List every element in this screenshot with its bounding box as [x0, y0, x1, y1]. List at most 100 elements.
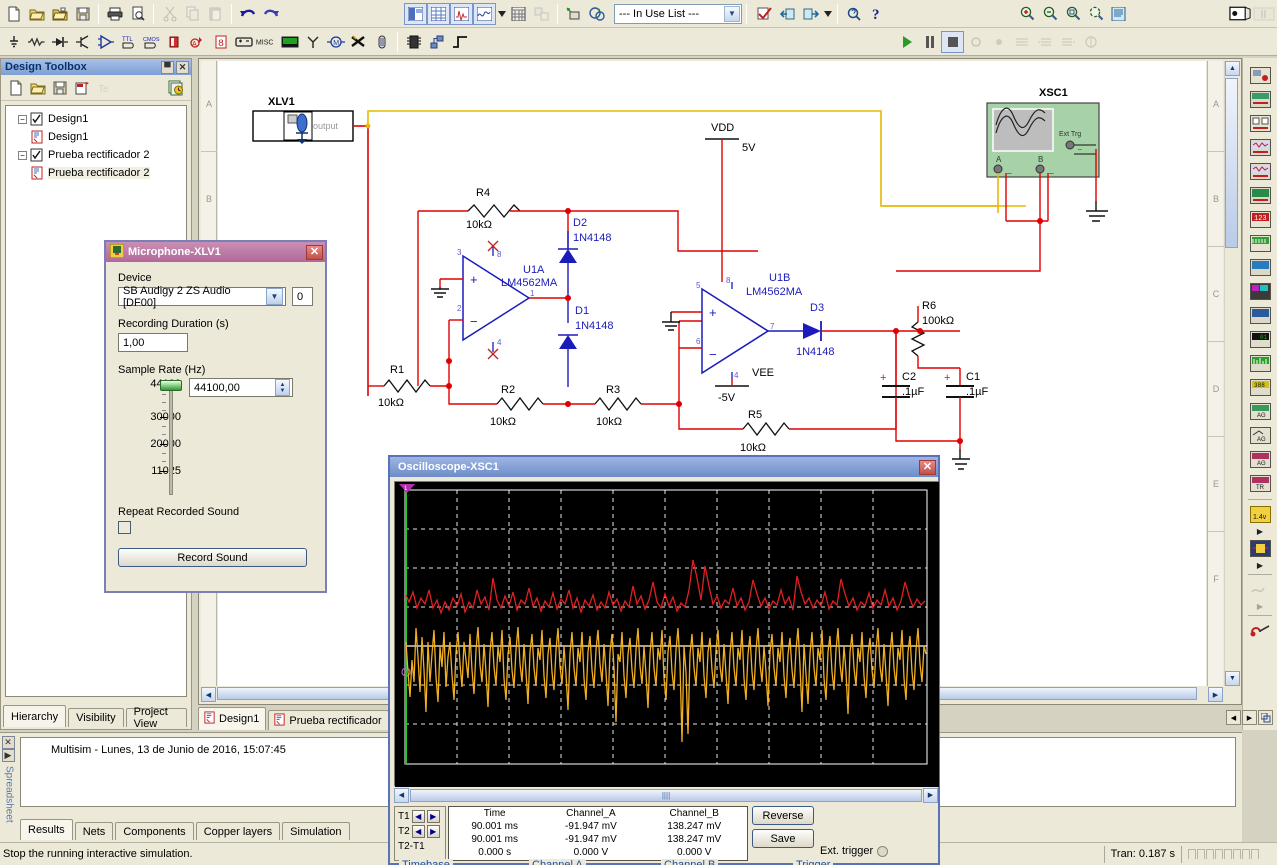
logic-analyzer-icon[interactable] — [1248, 280, 1272, 302]
scroll-left-button[interactable]: ◀ — [201, 687, 216, 702]
chevron-down-icon[interactable] — [822, 3, 833, 25]
redo-icon[interactable] — [259, 3, 282, 25]
oscilloscope-scroll-thumb[interactable]: |||| — [410, 788, 922, 802]
chevron-down-icon[interactable]: ▶ — [1257, 602, 1263, 612]
zoom-in-icon[interactable] — [1015, 3, 1038, 25]
close-spreadsheet-button[interactable]: ✕ — [1, 736, 15, 749]
toggle-instrument-2-icon[interactable] — [987, 31, 1010, 53]
tab-hierarchy[interactable]: Hierarchy — [3, 705, 67, 727]
chevron-down-icon[interactable]: ▼ — [724, 5, 740, 22]
place-connectors-icon[interactable] — [370, 31, 393, 53]
iv-analyzer-icon[interactable] — [1248, 304, 1272, 326]
place-misc-icon[interactable]: MISC — [255, 31, 278, 53]
place-mcu-icon[interactable] — [402, 31, 425, 53]
device-select[interactable]: SB Audigy 2 ZS Audio [DF00] ▼ — [118, 285, 286, 309]
place-power-icon[interactable] — [232, 31, 255, 53]
cursor-t1-right-button[interactable]: ▶ — [426, 810, 440, 823]
place-indicator-icon[interactable]: 8 — [209, 31, 232, 53]
open-design-icon[interactable] — [48, 3, 71, 25]
spreadsheet-tab-components[interactable]: Components — [115, 822, 194, 840]
chevron-down-icon[interactable]: ▶ — [1257, 561, 1263, 571]
place-diode-icon[interactable] — [48, 31, 71, 53]
zoom-out-icon[interactable] — [1038, 3, 1061, 25]
postprocessor-icon[interactable] — [507, 3, 530, 25]
place-ttl-icon[interactable]: TTL — [117, 31, 140, 53]
place-source-icon[interactable] — [2, 31, 25, 53]
cut-icon[interactable] — [158, 3, 181, 25]
toggle-instrument-5-icon[interactable] — [1056, 31, 1079, 53]
slideshow-icon[interactable] — [1229, 3, 1252, 25]
copy-icon[interactable] — [181, 3, 204, 25]
paste-icon[interactable] — [204, 3, 227, 25]
place-analog-icon[interactable] — [94, 31, 117, 53]
distortion-analyzer-icon[interactable]: 01 — [1248, 328, 1272, 350]
vertical-scroll-thumb[interactable] — [1225, 78, 1238, 248]
recording-duration-input[interactable]: 1,00 — [118, 333, 188, 352]
toggle-spreadsheet-icon[interactable] — [427, 2, 450, 25]
agilent-multimeter-icon[interactable]: AG — [1248, 424, 1272, 446]
sample-rate-input[interactable]: 44100,00 ▲ ▼ — [189, 378, 293, 397]
canvas-vertical-scrollbar[interactable]: ▲ ▼ — [1224, 61, 1240, 686]
print-preview-icon[interactable] — [126, 3, 149, 25]
cursor-t2-left-button[interactable]: ◀ — [411, 825, 425, 838]
scroll-up-button[interactable]: ▲ — [1225, 61, 1240, 76]
new-design-icon[interactable] — [5, 77, 27, 99]
place-bus-icon[interactable] — [448, 31, 471, 53]
pause-simulation-button[interactable] — [918, 31, 941, 53]
transfer-out-icon[interactable] — [799, 3, 822, 25]
sample-rate-slider-track[interactable] — [169, 383, 173, 495]
save-icon[interactable] — [71, 3, 94, 25]
logic-converter-icon[interactable] — [1248, 256, 1272, 278]
tree-node-sheet[interactable]: Design1 — [8, 128, 184, 146]
electrical-rules-check-icon[interactable] — [530, 3, 553, 25]
save-design-icon[interactable] — [49, 77, 71, 99]
minimize-toolbox-button[interactable]: ▀ — [161, 60, 174, 74]
place-transistor-icon[interactable] — [71, 31, 94, 53]
check-mark-icon[interactable] — [753, 3, 776, 25]
collapse-icon[interactable]: − — [18, 150, 27, 160]
ext-trigger-terminal[interactable] — [877, 845, 889, 857]
tree-node-design[interactable]: − Design1 — [8, 110, 184, 128]
undo-icon[interactable] — [236, 3, 259, 25]
spectrum-analyzer-icon[interactable] — [1248, 352, 1272, 374]
scroll-right-button[interactable]: ▶ — [923, 787, 938, 803]
oscilloscope-dialog-titlebar[interactable]: Oscilloscope-XSC1 ✕ — [390, 457, 938, 477]
place-electromechanical-icon[interactable]: M — [324, 31, 347, 53]
spinner-icon[interactable]: ▲ ▼ — [275, 379, 290, 396]
place-rf-icon[interactable] — [301, 31, 324, 53]
network-analyzer-icon[interactable]: 388 — [1248, 376, 1272, 398]
place-hierarchical-block-icon[interactable] — [425, 31, 448, 53]
oscilloscope-screen[interactable]: 1 — [394, 481, 939, 787]
zoom-area-icon[interactable] — [1061, 3, 1084, 25]
toggle-instrument-4-icon[interactable] — [1033, 31, 1056, 53]
tab-project-view[interactable]: Project View — [125, 706, 187, 730]
toggle-design-toolbox-icon[interactable] — [404, 2, 427, 25]
bode-plotter-icon[interactable] — [1248, 184, 1272, 206]
close-toolbox-button[interactable]: ✕ — [176, 60, 189, 74]
chevron-down-icon[interactable]: ▼ — [266, 288, 283, 305]
print-icon[interactable] — [103, 3, 126, 25]
grapher-icon[interactable] — [473, 2, 496, 25]
open-design-icon[interactable] — [27, 77, 49, 99]
repeat-recorded-sound-checkbox[interactable] — [118, 521, 131, 534]
oscilloscope-scrollbar[interactable]: ◀ |||| ▶ — [394, 787, 938, 803]
toggle-instrument-1-icon[interactable] — [964, 31, 987, 53]
tektronix-oscilloscope-icon[interactable]: TR — [1248, 472, 1272, 494]
previous-sheet-button[interactable]: ◀ — [1226, 710, 1241, 725]
spreadsheet-tab-simulation[interactable]: Simulation — [282, 822, 350, 840]
close-icon[interactable]: ✕ — [919, 459, 936, 475]
current-probe-icon[interactable] — [1248, 619, 1272, 641]
measurement-probe-icon[interactable]: 1.4v — [1248, 503, 1272, 525]
scroll-down-button[interactable]: ▼ — [1225, 671, 1240, 686]
place-cmos-icon[interactable]: CMOS — [140, 31, 163, 53]
expand-spreadsheet-button[interactable]: ▶ — [1, 749, 15, 762]
refresh-tree-icon[interactable] — [165, 77, 187, 99]
close-icon[interactable]: ✕ — [306, 244, 323, 260]
place-mixed-icon[interactable]: A — [186, 31, 209, 53]
tree-node-sheet-selected[interactable]: Prueba rectificador 2 — [8, 164, 184, 182]
run-simulation-button[interactable] — [895, 31, 918, 53]
place-misc-digital-icon[interactable] — [163, 31, 186, 53]
sample-rate-slider-knob[interactable] — [160, 380, 182, 391]
text-tool-icon[interactable]: Te — [93, 77, 115, 99]
word-generator-icon[interactable] — [1248, 232, 1272, 254]
